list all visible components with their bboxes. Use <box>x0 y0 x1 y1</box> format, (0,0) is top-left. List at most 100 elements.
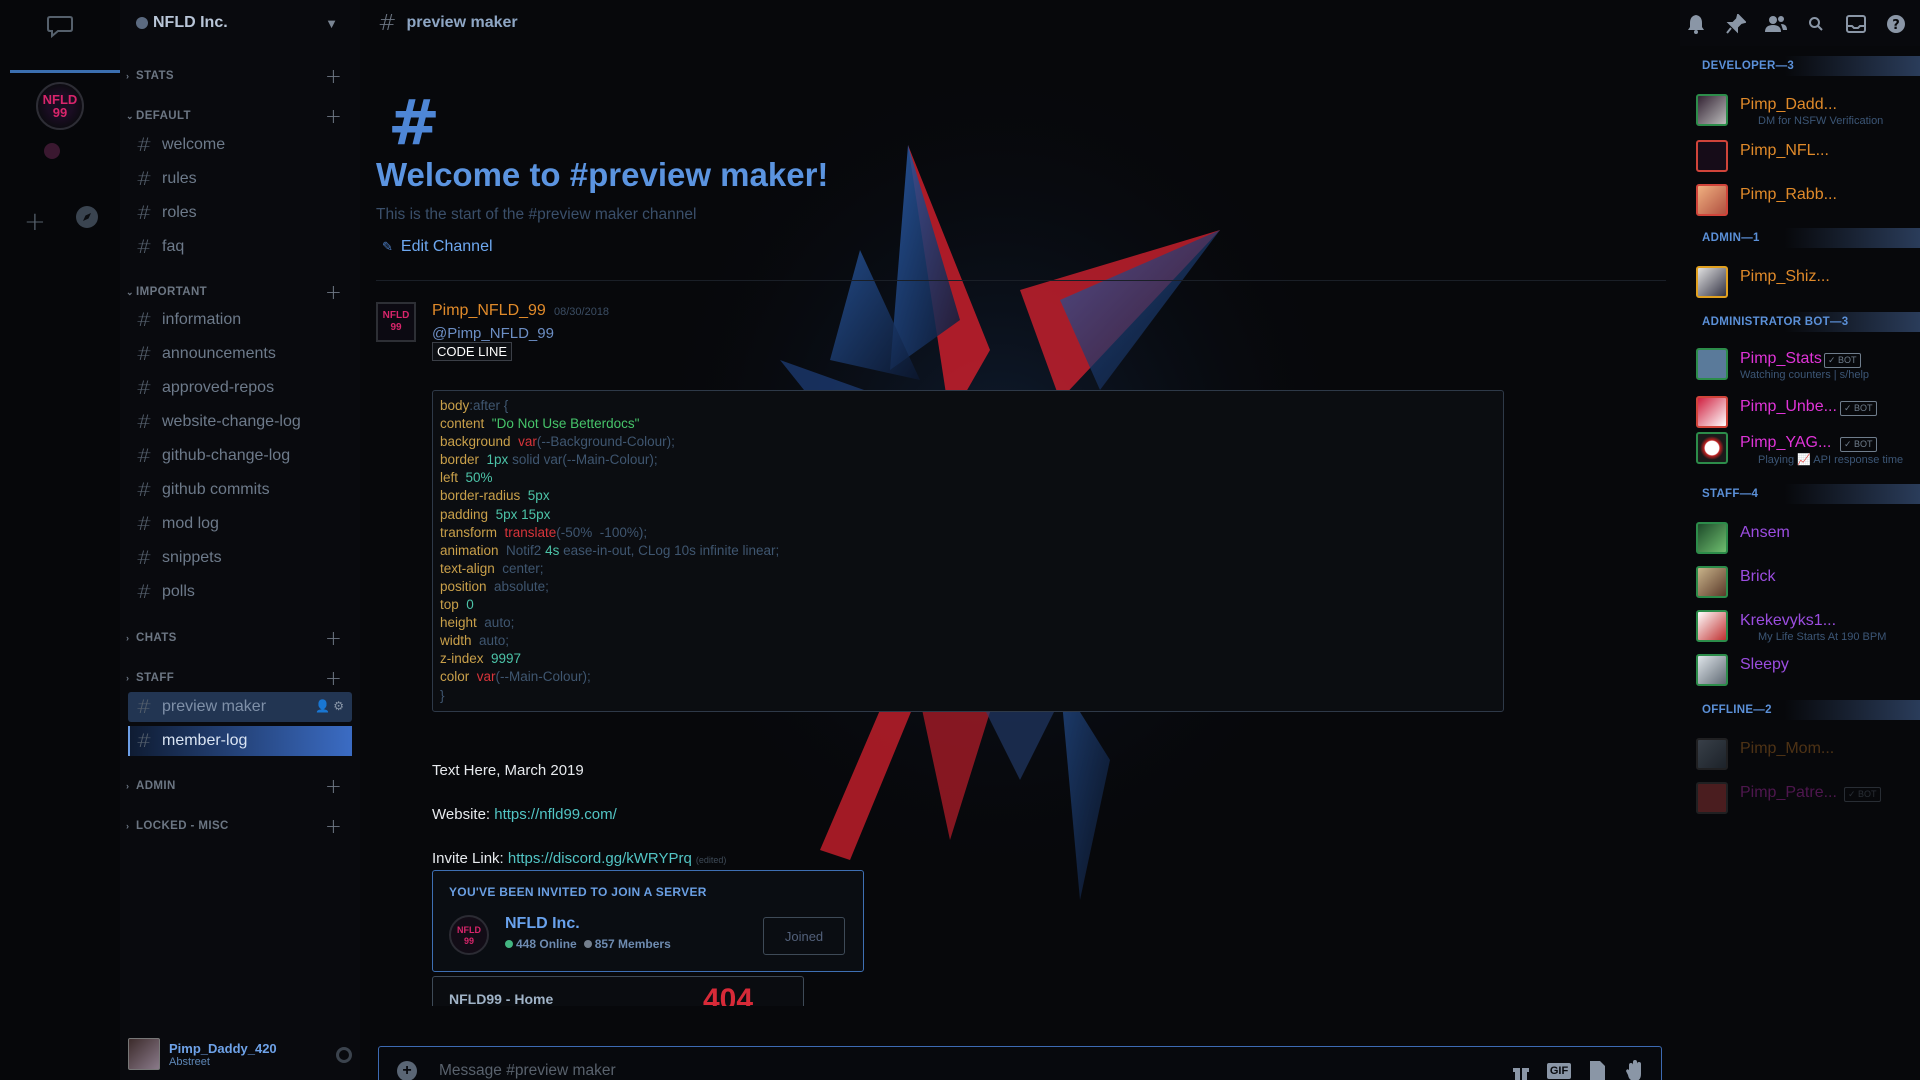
member-item[interactable]: Pimp_Unbe... ✓ BOT <box>1696 392 1916 432</box>
category-locked-misc[interactable]: › LOCKED - MISC <box>126 818 229 834</box>
code-token: var(--Main-Colour); <box>543 452 658 468</box>
member-item[interactable]: Pimp_Shiz... <box>1696 262 1916 302</box>
channel-member-log[interactable]: # member-log <box>128 726 352 756</box>
code-token: transform <box>440 524 498 540</box>
pin-icon[interactable] <box>1722 12 1750 36</box>
add-channel-icon[interactable]: + <box>325 282 342 302</box>
member-avatar <box>1696 432 1728 464</box>
category-default[interactable]: ⌄ DEFAULT <box>126 108 191 124</box>
chevron-right-icon: › <box>126 781 130 791</box>
category-admin[interactable]: › ADMIN <box>126 778 176 794</box>
channel-label: github commits <box>162 481 270 498</box>
server-invite-card: YOU'VE BEEN INVITED TO JOIN A SERVER NFL… <box>432 870 864 972</box>
code-token: 50% <box>458 470 493 486</box>
search-icon[interactable] <box>1802 12 1830 36</box>
member-item[interactable]: Pimp_YAG... ✓ BOT Playing 📈 API response t… <box>1696 428 1916 468</box>
code-token: color <box>440 669 470 685</box>
attach-plus-icon[interactable]: + <box>397 1061 417 1080</box>
server-icon-nfld[interactable]: NFLD 99 <box>36 82 84 130</box>
code-token: position <box>440 578 487 594</box>
member-item[interactable]: Pimp_Rabb... <box>1696 180 1916 220</box>
member-avatar <box>1696 348 1728 380</box>
member-item[interactable]: Ansem <box>1696 518 1916 558</box>
member-item[interactable]: Krekevyks1... My Life Starts At 190 BPM <box>1696 606 1916 646</box>
link-embed[interactable]: NFLD99 - Home 404 <box>432 976 804 1006</box>
guild-header[interactable]: NFLD Inc. ▼ <box>120 0 360 46</box>
add-channel-icon[interactable]: + <box>325 668 342 688</box>
server-icon-small[interactable] <box>44 143 60 159</box>
user-settings-gear-icon[interactable] <box>336 1047 352 1063</box>
direct-messages-icon[interactable] <box>46 14 74 38</box>
explore-icon[interactable] <box>76 206 98 228</box>
role-header-admin-bot: ADMINISTRATOR BOT—3 <box>1694 312 1920 332</box>
edit-channel-link[interactable]: ✎ Edit Channel <box>382 238 493 256</box>
channel-github-change-log[interactable]: # github-change-log <box>136 441 358 471</box>
channel-announcements[interactable]: # announcements <box>136 339 358 369</box>
channel-settings-icons[interactable]: 👤 ⚙ <box>315 699 344 713</box>
channel-information[interactable]: # information <box>136 305 358 335</box>
user-avatar[interactable] <box>128 1038 160 1070</box>
code-line: content "Do Not Use Betterdocs" <box>440 415 1496 433</box>
add-channel-icon[interactable]: + <box>325 106 342 126</box>
add-channel-icon[interactable]: + <box>325 66 342 86</box>
members-icon[interactable] <box>1762 12 1790 36</box>
gift-icon[interactable] <box>1509 1060 1533 1080</box>
code-line: height auto; <box>440 614 1496 632</box>
member-item[interactable]: Pimp_Stats ✓ BOT Watching counters | s/hel… <box>1696 344 1916 384</box>
member-status: Playing 📈 API response time <box>1758 454 1904 466</box>
add-channel-icon[interactable]: + <box>325 816 342 836</box>
channel-label: approved-repos <box>162 379 275 396</box>
channel-label: welcome <box>162 136 226 153</box>
add-server-icon[interactable]: + <box>24 207 46 237</box>
user-info[interactable]: Pimp_Daddy_420 Abstreet <box>160 1041 277 1068</box>
channel-rules[interactable]: # rules <box>136 164 358 194</box>
website-link[interactable]: https://nfld99.com/ <box>494 806 617 823</box>
joined-button[interactable]: Joined <box>763 917 845 955</box>
channel-approved-repos[interactable]: # approved-repos <box>136 373 358 403</box>
hash-icon: # <box>136 411 152 433</box>
role-header-admin: ADMIN—1 <box>1694 228 1920 248</box>
member-name: Pimp_Unbe... <box>1740 398 1837 415</box>
message-avatar[interactable]: NFLD 99 <box>376 302 416 342</box>
category-stats[interactable]: › STATS <box>126 68 174 84</box>
invite-link[interactable]: https://discord.gg/kWRYPrq <box>508 850 692 867</box>
channel-snippets[interactable]: # snippets <box>136 543 358 573</box>
emoji-icon[interactable] <box>1623 1060 1647 1080</box>
messages-scroller[interactable]: # Welcome to #preview maker! This is the… <box>360 46 1680 1080</box>
inbox-icon[interactable] <box>1842 12 1870 36</box>
channel-welcome[interactable]: # welcome <box>136 130 358 160</box>
message-author[interactable]: Pimp_NFLD_99 <box>432 302 546 320</box>
message-mention[interactable]: @Pimp_NFLD_99 <box>432 325 554 342</box>
help-icon[interactable]: ? <box>1882 12 1910 36</box>
channel-label: mod log <box>162 515 219 532</box>
code-token: (-50% -100%); <box>556 524 648 540</box>
channel-github-commits[interactable]: # github commits <box>136 475 358 505</box>
member-item[interactable]: Brick <box>1696 562 1916 602</box>
channel-polls[interactable]: # polls <box>136 577 358 607</box>
member-name: Krekevyks1... <box>1740 612 1837 629</box>
bell-icon[interactable] <box>1682 12 1710 36</box>
category-staff[interactable]: › STAFF <box>126 670 174 686</box>
code-token: solid <box>508 452 544 468</box>
channel-faq[interactable]: # faq <box>136 232 358 262</box>
member-item[interactable]: Pimp_Patre... ✓ BOT <box>1696 778 1916 818</box>
gif-icon[interactable]: GIF <box>1546 1060 1572 1080</box>
member-item[interactable]: Pimp_Dadd... DM for NSFW Verification <box>1696 90 1916 130</box>
channel-label: preview maker <box>162 698 267 715</box>
chevron-down-icon[interactable]: ▼ <box>325 16 338 31</box>
add-channel-icon[interactable]: + <box>325 776 342 796</box>
channel-preview-maker[interactable]: # preview maker 👤 ⚙ <box>128 692 352 722</box>
add-channel-icon[interactable]: + <box>325 628 342 648</box>
member-item[interactable]: Pimp_NFL... <box>1696 136 1916 176</box>
chevron-right-icon: › <box>126 673 130 683</box>
channel-mod-log[interactable]: # mod log <box>136 509 358 539</box>
category-important[interactable]: ⌄ IMPORTANT <box>126 284 207 300</box>
member-item[interactable]: Pimp_Mom... <box>1696 734 1916 774</box>
channel-roles[interactable]: # roles <box>136 198 358 228</box>
category-chats[interactable]: › CHATS <box>126 630 177 646</box>
member-item[interactable]: Sleepy <box>1696 650 1916 690</box>
role-header-staff: STAFF—4 <box>1694 484 1920 504</box>
file-icon[interactable] <box>1585 1060 1609 1080</box>
channel-website-change-log[interactable]: # website-change-log <box>136 407 358 437</box>
message-input[interactable]: Message #preview maker <box>439 1062 616 1080</box>
